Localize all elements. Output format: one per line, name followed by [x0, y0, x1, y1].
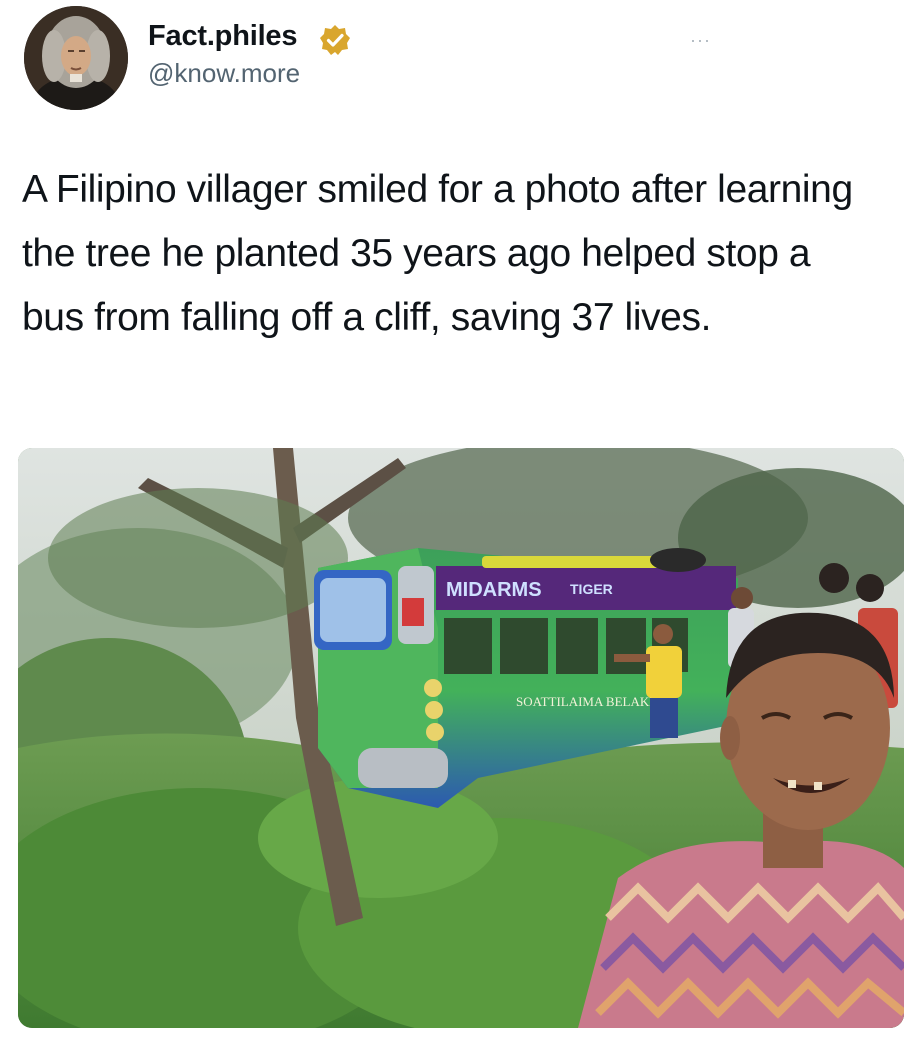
bus-sign-side: SOATTILAIMA BELAKE — [516, 694, 657, 709]
author-display-name[interactable]: Fact.philes — [148, 20, 297, 53]
author-avatar[interactable] — [24, 6, 128, 110]
bus-sign-front-right: TIGER — [570, 581, 613, 597]
tweet-text: A Filipino villager smiled for a photo a… — [22, 168, 853, 339]
tweet: Fact.philes @know.more ··· A Filipino vi… — [0, 0, 923, 1051]
more-options-button[interactable]: ··· — [690, 30, 711, 51]
portrait-avatar-icon — [24, 6, 128, 110]
author-handle[interactable]: @know.more — [148, 58, 300, 89]
verified-badge-icon — [320, 25, 350, 55]
tweet-photo[interactable]: MIDARMS TIGER SOATTILAIMA BELAKE — [18, 448, 904, 1028]
bus-photo-image: MIDARMS TIGER SOATTILAIMA BELAKE — [18, 448, 904, 1028]
bus-sign-front-left: MIDARMS — [446, 579, 542, 601]
